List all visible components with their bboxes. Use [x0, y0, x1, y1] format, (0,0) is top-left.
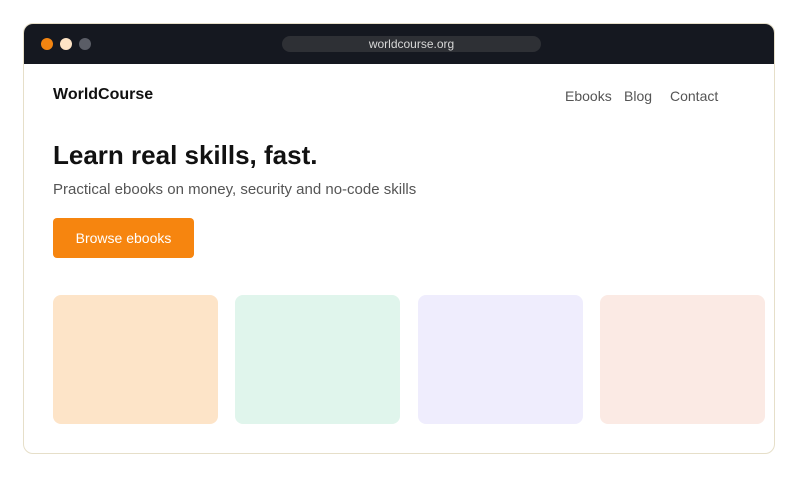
ebook-card[interactable] — [600, 295, 765, 424]
hero-subtitle: Practical ebooks on money, security and … — [53, 181, 417, 198]
browse-ebooks-button[interactable]: Browse ebooks — [53, 218, 194, 258]
site-logo[interactable]: WorldCourse — [53, 86, 153, 104]
minimize-window-button[interactable] — [60, 38, 72, 50]
hero-title: Learn real skills, fast. — [53, 140, 318, 170]
maximize-window-button[interactable] — [79, 38, 91, 50]
ebook-card[interactable] — [235, 295, 400, 424]
browser-titlebar: worldcourse.org — [24, 24, 774, 64]
nav-link-contact[interactable]: Contact — [670, 88, 718, 104]
close-window-button[interactable] — [41, 38, 53, 50]
address-bar[interactable]: worldcourse.org — [282, 36, 541, 52]
ebook-card[interactable] — [53, 295, 218, 424]
nav-link-blog[interactable]: Blog — [624, 88, 652, 104]
ebook-card[interactable] — [418, 295, 583, 424]
browser-window: worldcourse.org WorldCourse Ebooks Blog … — [23, 23, 775, 454]
nav-link-ebooks[interactable]: Ebooks — [565, 88, 612, 104]
